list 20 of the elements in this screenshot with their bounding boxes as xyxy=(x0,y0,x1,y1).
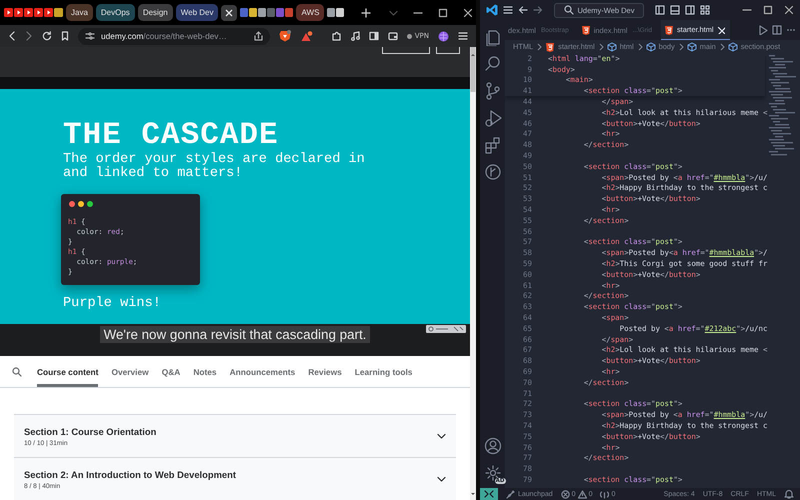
slide-subtitle: The order your styles are declared in xyxy=(63,153,366,168)
address-field[interactable]: udemy.com/course/the-web-dev… xyxy=(78,28,270,44)
tab-group[interactable]: DevOps xyxy=(96,4,135,21)
course-tab[interactable]: Announcements xyxy=(230,356,296,387)
tab-group[interactable]: Java xyxy=(66,4,93,21)
course-tab[interactable]: Q&A xyxy=(162,356,180,387)
section-title: Section 1: Course Orientation xyxy=(24,426,158,436)
course-tab[interactable]: Overview xyxy=(111,356,149,387)
course-tab[interactable]: Reviews xyxy=(308,356,342,387)
tab-group[interactable]: Web Dev xyxy=(176,4,218,21)
course-tab[interactable]: Notes xyxy=(193,356,217,387)
slide-subtitle: and linked to matters! xyxy=(63,167,244,182)
course-tab[interactable]: Learning tools xyxy=(354,356,412,387)
course-tab[interactable]: Course content xyxy=(37,356,98,387)
caption-text: We're now gonna revisit that cascading part. xyxy=(100,326,370,343)
slide-title: THE CASCADE xyxy=(63,119,279,154)
tab-group[interactable]: Design xyxy=(138,4,173,21)
slide-text: Purple wins! xyxy=(63,296,162,312)
tab-group[interactable]: AWS xyxy=(296,4,324,21)
section-title: Section 2: An Introduction to Web Development xyxy=(24,468,237,480)
